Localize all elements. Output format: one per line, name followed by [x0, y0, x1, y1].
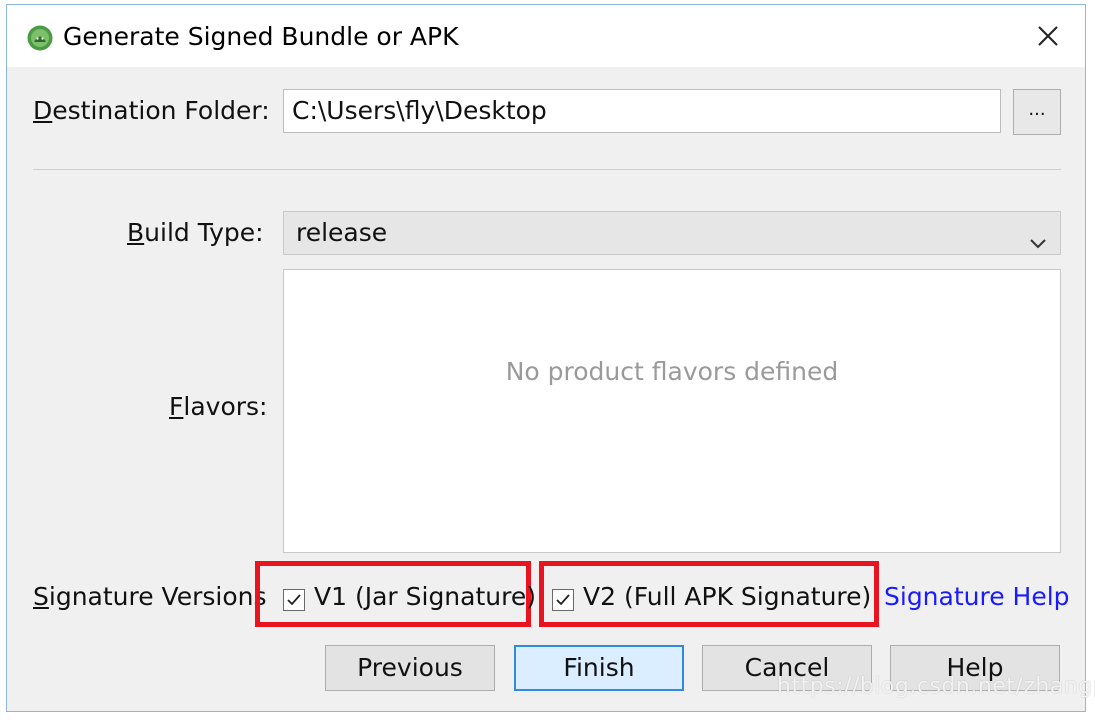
- close-icon[interactable]: [1031, 19, 1065, 53]
- signed-bundle-dialog: Generate Signed Bundle or APK Destinatio…: [6, 4, 1095, 712]
- build-type-value: release: [296, 218, 388, 247]
- dialog-title: Generate Signed Bundle or APK: [63, 22, 459, 51]
- destination-folder-input[interactable]: C:\Users\fly\Desktop: [283, 89, 1001, 133]
- checkmark-icon: [287, 594, 301, 606]
- v2-checkbox-label[interactable]: V2 (Full APK Signature): [583, 581, 871, 613]
- signature-help-link[interactable]: Signature Help: [884, 581, 1070, 613]
- watermark: https://blog.csdn.net/zhangphil: [777, 674, 1095, 699]
- v1-checkbox[interactable]: [283, 589, 305, 611]
- flavors-empty-text: No product flavors defined: [505, 357, 839, 386]
- v2-checkbox[interactable]: [552, 589, 574, 611]
- android-studio-icon: [27, 25, 53, 51]
- build-type-select[interactable]: release: [283, 211, 1061, 255]
- previous-button[interactable]: Previous: [325, 645, 495, 691]
- checkmark-icon: [556, 594, 570, 606]
- build-type-label: Build Type:: [127, 218, 264, 247]
- flavors-label-rest: lavors:: [183, 392, 268, 421]
- chevron-down-icon: [1028, 224, 1048, 249]
- signature-versions-label-rest: ignature Versions: [48, 582, 267, 611]
- title-bar: Generate Signed Bundle or APK: [7, 5, 1085, 67]
- v1-checkbox-label[interactable]: V1 (Jar Signature): [314, 581, 536, 613]
- flavors-list[interactable]: No product flavors defined: [283, 269, 1061, 553]
- finish-button[interactable]: Finish: [514, 645, 684, 691]
- destination-folder-label: Destination Folder:: [33, 96, 270, 125]
- destination-folder-label-rest: estination Folder:: [52, 96, 270, 125]
- build-type-label-rest: uild Type:: [144, 218, 264, 247]
- signature-versions-label: Signature Versions: [33, 582, 267, 611]
- flavors-label: Flavors:: [169, 392, 268, 421]
- browse-button[interactable]: ...: [1013, 89, 1061, 135]
- divider: [33, 169, 1061, 170]
